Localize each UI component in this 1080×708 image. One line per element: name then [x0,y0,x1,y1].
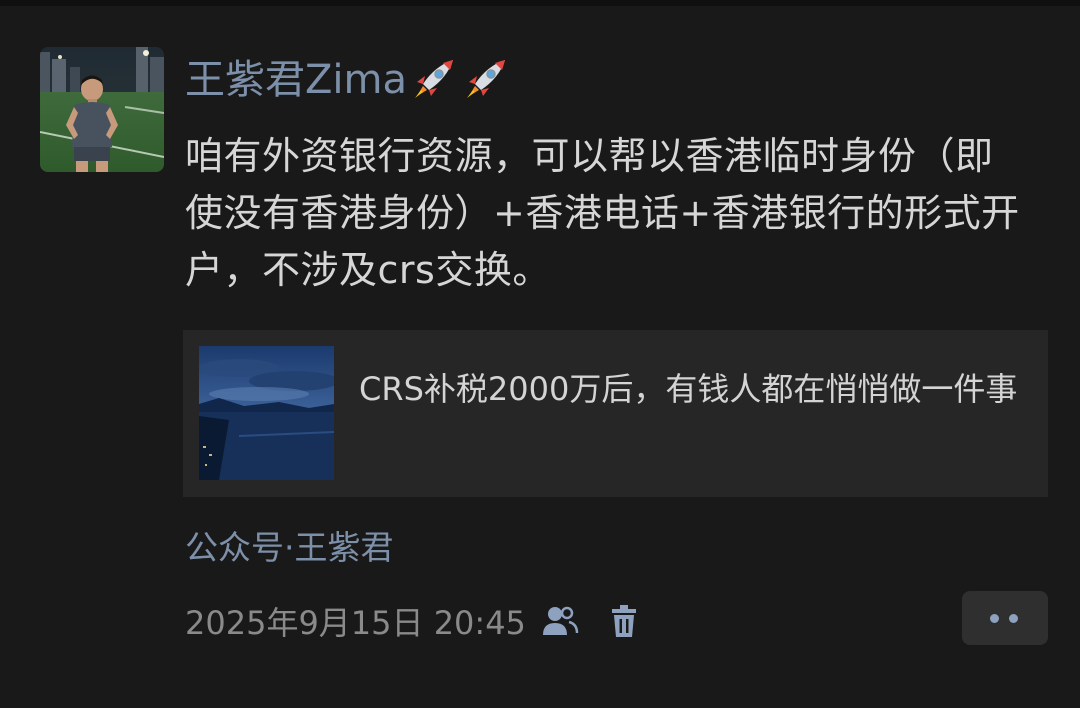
more-dot [990,614,999,623]
trash-icon[interactable] [604,601,644,641]
author-name-text[interactable]: 王紫君Zima [185,52,407,108]
timestamp: 2025年9月15日 20:45 [185,604,526,642]
avatar[interactable] [40,47,164,172]
more-dot [1009,614,1018,623]
rocket-icon [461,56,509,104]
source-account[interactable]: 公众号·王紫君 [185,525,394,571]
friends-visibility-icon[interactable] [540,601,580,641]
post-content: 咱有外资银行资源，可以帮以香港临时身份（即使没有香港身份）+香港电话+香港银行的… [185,134,1020,292]
article-link-card[interactable]: CRS补税2000万后，有钱人都在悄悄做一件事 [183,330,1048,497]
article-thumbnail [199,346,334,480]
post-meta: 2025年9月15日 20:45 [185,598,644,644]
status-bar-edge [0,0,1080,6]
author-name[interactable]: 王紫君Zima [185,52,509,108]
rocket-icon [409,56,457,104]
article-title[interactable]: CRS补税2000万后，有钱人都在悄悄做一件事 [359,366,1019,413]
more-options-button[interactable] [962,591,1048,645]
